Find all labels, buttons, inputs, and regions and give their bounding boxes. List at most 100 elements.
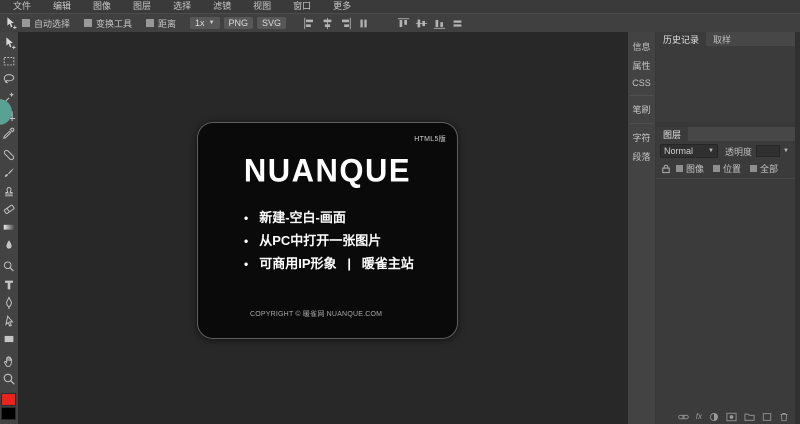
- tab-history[interactable]: 历史记录: [656, 32, 707, 46]
- layers-list[interactable]: [656, 179, 795, 410]
- menu-filter[interactable]: 滤镜: [202, 0, 242, 13]
- blur-tool[interactable]: [1, 237, 17, 253]
- right-panel-area: 信息 属性 CSS 笔刷 字符 段落 历史记录 取样 图层 Normal ▼ 透…: [628, 32, 800, 424]
- align-top-icon[interactable]: [396, 16, 411, 31]
- dodge-tool[interactable]: [1, 259, 17, 275]
- tab-layers[interactable]: 图层: [656, 127, 689, 141]
- lock-position-label: 位置: [723, 164, 742, 174]
- transform-controls-label: 变换工具: [96, 18, 133, 29]
- mask-icon[interactable]: [726, 412, 737, 422]
- foreground-color-swatch[interactable]: [1, 393, 16, 406]
- eraser-tool[interactable]: [1, 201, 17, 217]
- list-item: • 新建-空白-画面: [244, 207, 414, 230]
- distribute-v-icon[interactable]: [450, 16, 465, 31]
- menu-layer[interactable]: 图层: [122, 0, 162, 13]
- align-left-icon[interactable]: [302, 16, 317, 31]
- menu-window[interactable]: 窗口: [282, 0, 322, 13]
- link-icon[interactable]: [678, 412, 689, 422]
- move-tool[interactable]: [1, 35, 17, 51]
- background-color-swatch[interactable]: [1, 407, 16, 420]
- color-swatches: [1, 393, 17, 420]
- align-middle-icon[interactable]: [414, 16, 429, 31]
- export-svg-button[interactable]: SVG: [257, 17, 287, 29]
- checkbox-icon[interactable]: [22, 19, 30, 27]
- lock-icon[interactable]: [661, 164, 671, 174]
- healing-tool[interactable]: [1, 147, 17, 163]
- window-edge-strip: [795, 32, 800, 424]
- history-panel-body[interactable]: [656, 46, 795, 122]
- export-scale-select[interactable]: 1x ▼: [190, 17, 220, 29]
- checkbox-icon[interactable]: [750, 165, 758, 172]
- lock-all-checkbox[interactable]: 全部: [750, 162, 778, 175]
- move-tool-icon: [2, 15, 18, 31]
- checkbox-icon[interactable]: [676, 165, 683, 172]
- export-scale-value: 1x: [195, 18, 205, 28]
- marquee-tool[interactable]: [1, 53, 17, 69]
- sidebar-item-brush[interactable]: 笔刷: [628, 100, 655, 119]
- bullet-text: 新建-空白-画面: [259, 210, 346, 225]
- tool-options-bar: 自动选择 变换工具 距离 1x ▼ PNG SVG: [0, 13, 800, 32]
- clone-stamp-tool[interactable]: [1, 183, 17, 199]
- layers-bottom-bar: fx: [656, 410, 795, 424]
- align-right-icon[interactable]: [338, 16, 353, 31]
- adjustment-icon[interactable]: [709, 412, 719, 422]
- align-bottom-icon[interactable]: [432, 16, 447, 31]
- opacity-input[interactable]: [756, 145, 781, 157]
- blend-mode-select[interactable]: Normal ▼: [660, 144, 718, 158]
- lock-image-checkbox[interactable]: 图像: [676, 162, 704, 175]
- menu-image[interactable]: 图像: [82, 0, 122, 13]
- brush-tool[interactable]: [1, 165, 17, 181]
- gradient-tool[interactable]: [1, 219, 17, 235]
- history-panel-tabs: 历史记录 取样: [656, 32, 795, 46]
- lock-image-label: 图像: [686, 164, 705, 174]
- nuanque-logo: NUANQUE: [243, 152, 412, 189]
- bullet-icon: •: [244, 257, 249, 271]
- distances-checkbox[interactable]: 距离: [146, 17, 176, 30]
- new-layer-icon[interactable]: [762, 412, 772, 422]
- opacity-label: 透明度: [725, 146, 753, 157]
- bullet-icon: •: [244, 234, 249, 248]
- sidebar-item-info[interactable]: 信息: [628, 37, 655, 56]
- checkbox-icon[interactable]: [146, 19, 155, 27]
- delete-icon[interactable]: [779, 412, 789, 422]
- effects-icon[interactable]: fx: [696, 412, 702, 422]
- shape-tool[interactable]: [1, 331, 17, 347]
- distribute-h-icon[interactable]: [356, 16, 371, 31]
- menu-view[interactable]: 视图: [242, 0, 282, 13]
- align-center-h-icon[interactable]: [320, 16, 335, 31]
- export-png-button[interactable]: PNG: [223, 17, 254, 29]
- menu-bar: 文件 编辑 图像 图层 选择 滤镜 视图 窗口 更多: [0, 0, 800, 13]
- checkbox-icon[interactable]: [84, 19, 93, 27]
- sidebar-item-properties[interactable]: 属性: [628, 56, 655, 75]
- checkbox-icon[interactable]: [713, 165, 721, 172]
- eyedropper-tool[interactable]: [1, 125, 17, 141]
- lock-position-checkbox[interactable]: 位置: [713, 162, 741, 175]
- sidebar-item-paragraph[interactable]: 段落: [628, 147, 655, 166]
- auto-select-checkbox[interactable]: 自动选择: [22, 17, 70, 30]
- sidebar-item-css[interactable]: CSS: [628, 75, 655, 91]
- zoom-tool[interactable]: [1, 371, 17, 387]
- start-screen-card: HTML5版 NUANQUE • 新建-空白-画面 • 从PC中打开一张图片 •…: [197, 122, 458, 339]
- type-tool[interactable]: [1, 277, 17, 293]
- hand-tool[interactable]: [1, 353, 17, 369]
- toolbox: [0, 32, 18, 424]
- transform-controls-checkbox[interactable]: 变换工具: [84, 17, 132, 30]
- list-item: • 从PC中打开一张图片: [244, 230, 414, 253]
- lasso-tool[interactable]: [1, 71, 17, 87]
- path-select-tool[interactable]: [1, 313, 17, 329]
- lock-all-label: 全部: [760, 164, 779, 174]
- chevron-down-icon[interactable]: ▼: [783, 148, 789, 154]
- auto-select-label: 自动选择: [34, 18, 71, 29]
- collapsed-panel-strip: 信息 属性 CSS 笔刷 字符 段落: [628, 32, 655, 424]
- bullet-text: 可商用IP形象 | 暖雀主站: [259, 256, 414, 271]
- chevron-down-icon: ▼: [208, 20, 215, 26]
- menu-select[interactable]: 选择: [162, 0, 202, 13]
- pen-tool[interactable]: [1, 295, 17, 311]
- menu-more[interactable]: 更多: [322, 0, 362, 13]
- canvas-workspace[interactable]: HTML5版 NUANQUE • 新建-空白-画面 • 从PC中打开一张图片 •…: [18, 32, 628, 424]
- menu-file[interactable]: 文件: [2, 0, 42, 13]
- folder-icon[interactable]: [744, 412, 755, 422]
- menu-edit[interactable]: 编辑: [42, 0, 82, 13]
- tab-sample[interactable]: 取样: [706, 32, 738, 46]
- sidebar-item-character[interactable]: 字符: [628, 128, 655, 147]
